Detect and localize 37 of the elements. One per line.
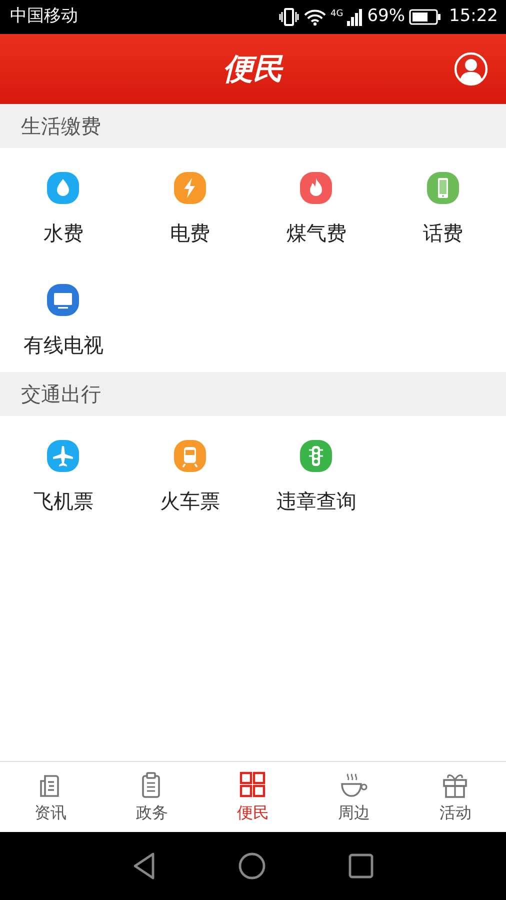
- section-title: 交通出行: [21, 381, 101, 408]
- traffic-light-icon[interactable]: [300, 440, 332, 472]
- tab[interactable]: 周边: [304, 762, 405, 832]
- recents-icon[interactable]: [348, 853, 374, 879]
- page-title: 便民: [223, 50, 283, 88]
- home-icon[interactable]: [238, 852, 266, 880]
- signal-icon: [347, 8, 364, 26]
- service-label[interactable]: 话费: [422, 218, 463, 248]
- service-label[interactable]: 煤气费: [286, 218, 346, 248]
- wifi-icon: [302, 8, 326, 26]
- tab[interactable]: 便民: [202, 762, 304, 832]
- lightning-icon[interactable]: [174, 172, 206, 204]
- tab[interactable]: 活动: [404, 762, 506, 832]
- service-label[interactable]: 火车票: [160, 486, 220, 516]
- service-label[interactable]: 电费: [170, 218, 210, 248]
- flame-icon[interactable]: [300, 172, 332, 204]
- user-avatar-icon[interactable]: [454, 52, 488, 86]
- battery-icon: [409, 9, 441, 25]
- airplane-icon[interactable]: [47, 440, 80, 472]
- tab[interactable]: 政务: [101, 762, 202, 832]
- service-label[interactable]: 飞机票: [33, 486, 94, 516]
- tab[interactable]: 资讯: [0, 762, 102, 832]
- battery-percent: 69%: [367, 5, 405, 28]
- service-label[interactable]: 有线电视: [23, 330, 104, 360]
- carrier-name: 中国移动: [10, 5, 78, 28]
- television-icon[interactable]: [47, 284, 80, 316]
- water-drop-icon[interactable]: [47, 172, 80, 204]
- clock-time: 15:22: [449, 5, 498, 28]
- back-icon[interactable]: [132, 852, 156, 880]
- grid-icon: [238, 770, 268, 800]
- vibrate-icon: [278, 8, 298, 26]
- mobile-phone-icon[interactable]: [426, 172, 459, 204]
- network-type: 4G: [330, 8, 344, 22]
- service-label[interactable]: 违章查询: [276, 486, 356, 516]
- service-label[interactable]: 水费: [43, 218, 84, 248]
- section-title: 生活缴费: [21, 113, 101, 140]
- train-icon[interactable]: [174, 440, 206, 472]
